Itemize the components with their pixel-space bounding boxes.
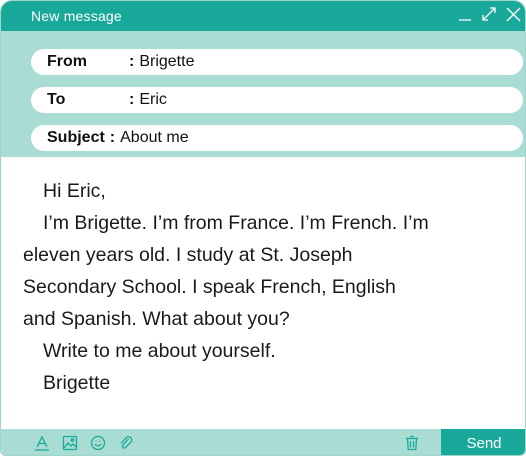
subject-field[interactable]: Subject : About me <box>31 125 523 151</box>
attachment-icon[interactable] <box>117 434 135 452</box>
minimize-icon[interactable] <box>457 5 473 23</box>
emoji-icon[interactable] <box>89 434 107 452</box>
from-field[interactable]: From : Brigette <box>31 49 523 75</box>
email-compose-window: New message From : Brigette To: Eric Su… <box>0 0 526 456</box>
send-button[interactable]: Send <box>441 429 525 455</box>
greeting-line: Hi Eric, <box>43 180 106 202</box>
compose-toolbar: Send <box>1 429 525 455</box>
subject-value: About me <box>120 129 189 146</box>
body-line-2: eleven years old. I study at St. Joseph <box>23 244 353 266</box>
signature-line: Brigette <box>43 372 111 394</box>
to-value: Eric <box>139 91 167 108</box>
close-icon[interactable] <box>505 5 521 23</box>
subject-colon: : <box>109 129 116 146</box>
to-colon: : <box>129 91 135 108</box>
subject-label: Subject <box>47 129 105 146</box>
message-body[interactable]: Hi Eric, I’m Brigette. I’m from France. … <box>23 175 523 399</box>
title-bar: New message <box>1 1 525 31</box>
expand-icon[interactable] <box>481 5 497 23</box>
body-line-4: and Spanish. What about you? <box>23 308 290 330</box>
to-field[interactable]: To : Eric <box>31 87 523 113</box>
to-label: To <box>47 91 66 108</box>
body-line-5: Write to me about yourself. <box>43 340 276 362</box>
trash-icon[interactable] <box>403 434 421 452</box>
body-line-1: I’m Brigette. I’m from France. I’m Frenc… <box>43 212 429 234</box>
image-icon[interactable] <box>61 434 79 452</box>
window-title: New message <box>31 8 122 24</box>
window-controls <box>457 5 521 23</box>
from-value: Brigette <box>139 53 195 70</box>
format-tools <box>33 434 135 452</box>
message-header: From : Brigette To : Eric Subject : Abou… <box>1 31 525 157</box>
body-line-3: Secondary School. I speak French, Englis… <box>23 276 396 298</box>
from-label: From <box>47 53 87 70</box>
from-colon: : <box>129 53 135 70</box>
text-format-icon[interactable] <box>33 434 51 452</box>
